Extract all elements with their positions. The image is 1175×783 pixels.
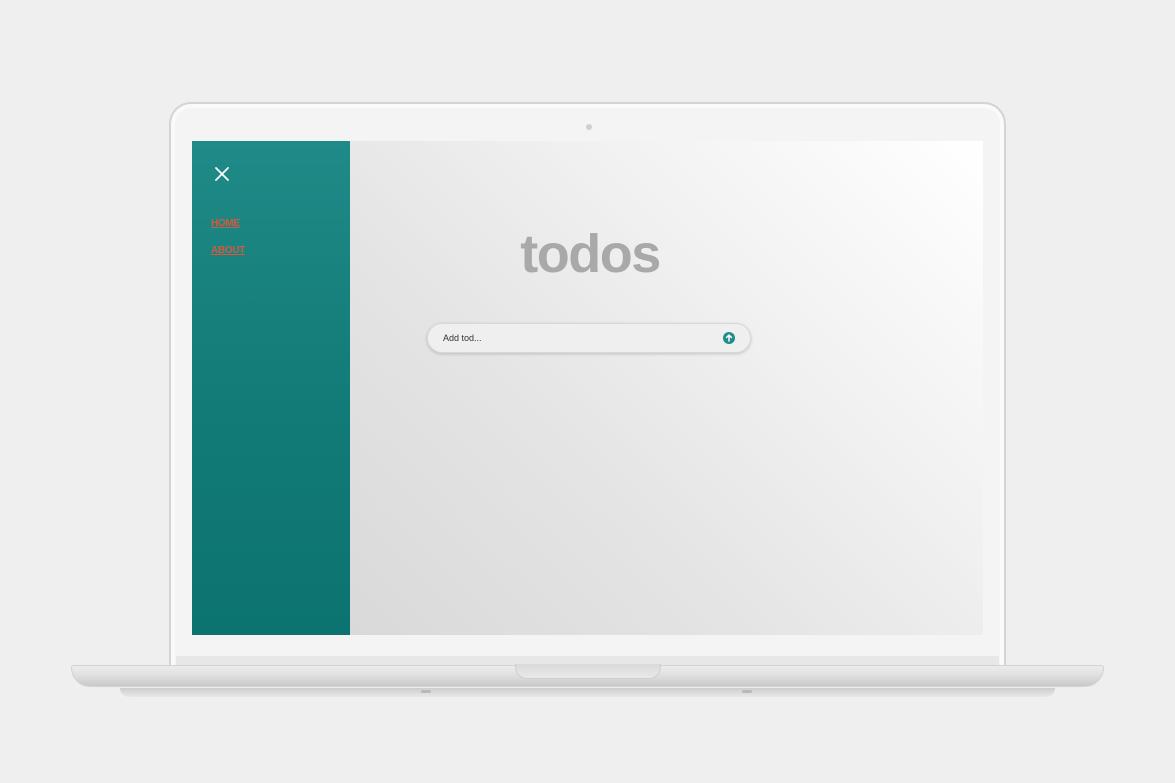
add-todo-input[interactable] xyxy=(443,330,703,346)
sidebar-nav: HOME ABOUT xyxy=(211,213,245,267)
laptop-opening-notch xyxy=(515,664,661,679)
nav-link-about[interactable]: ABOUT xyxy=(211,245,245,256)
add-todo-button[interactable] xyxy=(723,332,735,344)
laptop-foot xyxy=(421,690,431,693)
page-title: todos xyxy=(520,224,661,284)
close-icon xyxy=(212,164,232,184)
app-screen: HOME ABOUT todos xyxy=(192,141,983,635)
plus-circle-icon xyxy=(723,332,735,344)
close-sidebar-button[interactable] xyxy=(212,164,232,184)
sidebar: HOME ABOUT xyxy=(192,141,350,635)
main-content: todos xyxy=(350,141,983,635)
add-todo-form xyxy=(427,323,751,353)
sidebar-item-home: HOME xyxy=(211,213,245,229)
sidebar-item-about: ABOUT xyxy=(211,240,245,256)
laptop-mockup: HOME ABOUT todos xyxy=(0,0,1175,783)
camera-dot xyxy=(586,124,592,130)
laptop-foot xyxy=(742,690,752,693)
laptop-base-shadow xyxy=(120,688,1055,697)
nav-link-home[interactable]: HOME xyxy=(211,218,240,229)
